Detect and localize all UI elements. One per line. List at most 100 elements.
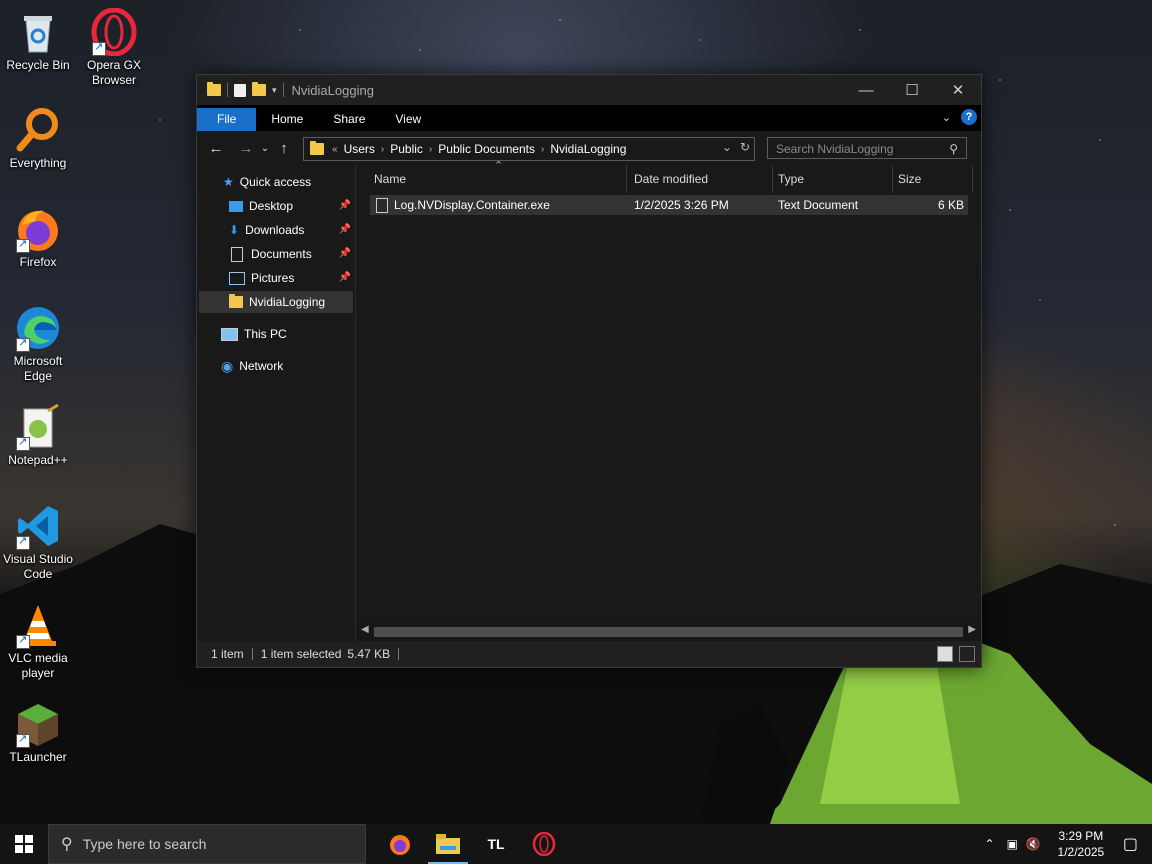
scrollbar-thumb[interactable] xyxy=(374,627,963,637)
up-arrow-icon[interactable]: ↑ xyxy=(273,140,295,157)
desktop-icon-opera-gx[interactable]: Opera GX Browser xyxy=(76,7,152,88)
nav-label: Downloads xyxy=(245,223,305,237)
notepad-plus-plus-icon xyxy=(14,403,62,451)
volume-muted-icon[interactable]: 🔇 xyxy=(1026,837,1041,851)
start-button[interactable] xyxy=(0,824,48,864)
nav-quick-access[interactable]: ★ Quick access xyxy=(223,171,311,193)
maximize-button[interactable]: ☐ xyxy=(889,75,935,105)
system-tray: ⌃ ▣ 🔇 3:29 PM 1/2/2025 ▢ xyxy=(985,824,1152,864)
breadcrumb-public-documents[interactable]: Public Documents xyxy=(438,142,535,156)
recent-locations-chevron-icon[interactable]: ⌄ xyxy=(257,143,273,154)
text-file-icon xyxy=(376,198,388,213)
customize-toolbar-icon[interactable]: ▾ xyxy=(272,85,277,96)
clock[interactable]: 3:29 PM 1/2/2025 xyxy=(1051,828,1111,860)
nav-network[interactable]: ◉ Network xyxy=(221,355,283,377)
scroll-right-icon[interactable]: ▶ xyxy=(968,624,976,635)
overflow-chevron-icon[interactable]: « xyxy=(332,144,338,155)
address-dropdown-icon[interactable]: ⌄ xyxy=(722,140,732,154)
breadcrumb-separator-icon[interactable]: › xyxy=(381,144,384,155)
breadcrumb-separator-icon[interactable]: › xyxy=(429,144,432,155)
search-input[interactable]: Search NvidiaLogging ⚲ xyxy=(767,137,967,159)
nav-nvidialogging[interactable]: NvidiaLogging xyxy=(199,291,353,313)
desktop-icon-notepad-plus-plus[interactable]: Notepad++ xyxy=(0,403,76,468)
breadcrumb-users[interactable]: Users xyxy=(344,142,375,156)
file-explorer-icon xyxy=(436,834,460,854)
search-icon[interactable]: ⚲ xyxy=(949,138,958,160)
desktop-icon-recycle-bin[interactable]: Recycle Bin xyxy=(0,8,76,73)
taskbar-opera-gx[interactable] xyxy=(520,824,568,864)
details-view-button[interactable] xyxy=(937,646,953,662)
table-row[interactable]: Log.NVDisplay.Container.exe 1/2/2025 3:2… xyxy=(370,195,968,215)
forward-arrow-icon[interactable]: → xyxy=(235,140,257,157)
nav-pictures[interactable]: Pictures 📌 xyxy=(229,267,355,289)
desktop-icon-label: Everything xyxy=(9,156,67,170)
taskbar-tlauncher[interactable]: TL xyxy=(472,824,520,864)
desktop-icon-everything[interactable]: Everything xyxy=(0,106,76,171)
firefox-icon xyxy=(14,205,62,253)
column-type[interactable]: Type xyxy=(772,165,893,193)
network-icon: ◉ xyxy=(221,358,234,374)
file-name: Log.NVDisplay.Container.exe xyxy=(394,198,550,212)
column-name[interactable]: Name xyxy=(368,165,627,193)
desktop-icon-vlc[interactable]: VLC media player xyxy=(0,601,76,681)
action-center-icon[interactable]: ▢ xyxy=(1123,834,1138,854)
nav-downloads[interactable]: ⬇ Downloads 📌 xyxy=(229,219,355,241)
breadcrumb-separator-icon[interactable]: › xyxy=(541,144,544,155)
nav-desktop[interactable]: Desktop 📌 xyxy=(229,195,355,217)
refresh-icon[interactable]: ↻ xyxy=(740,140,750,154)
nav-label: Pictures xyxy=(251,271,295,285)
pin-icon[interactable]: 📌 xyxy=(339,267,351,289)
expand-ribbon-icon[interactable]: ⌄ xyxy=(942,111,951,124)
taskbar-search-box[interactable]: ⚲ Type here to search xyxy=(48,824,366,864)
breadcrumb-public[interactable]: Public xyxy=(390,142,423,156)
tab-home[interactable]: Home xyxy=(256,108,318,131)
windows-logo-icon xyxy=(15,835,33,853)
large-icons-view-button[interactable] xyxy=(959,646,975,662)
everything-search-icon xyxy=(14,106,62,154)
shortcut-arrow-icon xyxy=(16,435,30,451)
column-date-modified[interactable]: Date modified xyxy=(628,165,773,193)
address-bar[interactable]: « Users › Public › Public Documents › Nv… xyxy=(303,137,755,161)
desktop-icon-tlauncher[interactable]: TLauncher xyxy=(0,700,76,765)
tab-file[interactable]: File xyxy=(197,108,257,131)
computer-icon xyxy=(221,327,238,341)
nav-documents[interactable]: Documents 📌 xyxy=(229,243,355,265)
network-icon[interactable]: ▣ xyxy=(1007,837,1018,851)
shortcut-arrow-icon xyxy=(92,40,106,56)
taskbar-firefox[interactable] xyxy=(376,824,424,864)
close-button[interactable]: ✕ xyxy=(935,75,981,105)
desktop-icon-label: Opera GX Browser xyxy=(86,58,142,87)
breadcrumb-nvidialogging[interactable]: NvidiaLogging xyxy=(550,142,626,156)
desktop-icon-vscode[interactable]: Visual Studio Code xyxy=(0,502,76,582)
selection-size: 5.47 KB xyxy=(347,647,391,661)
title-bar[interactable]: ▾ NvidiaLogging — ☐ ✕ xyxy=(197,75,981,105)
properties-icon[interactable] xyxy=(234,83,246,97)
help-icon[interactable]: ? xyxy=(961,109,977,125)
folder-icon xyxy=(207,82,221,96)
nav-this-pc[interactable]: This PC xyxy=(221,323,287,345)
column-size[interactable]: Size xyxy=(892,165,973,193)
desktop-icon-label: Visual Studio Code xyxy=(3,552,73,581)
new-folder-icon[interactable] xyxy=(252,82,266,96)
minimize-button[interactable]: — xyxy=(843,75,889,105)
tab-share[interactable]: Share xyxy=(318,108,380,131)
pin-icon[interactable]: 📌 xyxy=(339,243,351,265)
desktop-icon-firefox[interactable]: Firefox xyxy=(0,205,76,270)
firefox-icon xyxy=(390,835,410,855)
show-hidden-icons-chevron-icon[interactable]: ⌃ xyxy=(985,837,995,851)
pin-icon[interactable]: 📌 xyxy=(339,219,351,241)
taskbar-file-explorer[interactable] xyxy=(424,824,472,864)
scroll-left-icon[interactable]: ◀ xyxy=(361,624,369,635)
back-arrow-icon[interactable]: ← xyxy=(205,140,227,157)
horizontal-scrollbar[interactable]: ◀ ▶ xyxy=(356,623,981,641)
clock-time: 3:29 PM xyxy=(1058,829,1104,843)
tab-view[interactable]: View xyxy=(380,108,436,131)
desktop-icon-label: Notepad++ xyxy=(8,453,68,467)
pin-icon[interactable]: 📌 xyxy=(339,195,351,217)
recycle-bin-icon xyxy=(14,8,62,56)
desktop-icon-edge[interactable]: Microsoft Edge xyxy=(0,304,76,384)
divider xyxy=(282,83,284,97)
file-date: 1/2/2025 3:26 PM xyxy=(634,198,729,212)
folder-icon xyxy=(229,294,243,308)
tlauncher-icon xyxy=(14,700,62,748)
